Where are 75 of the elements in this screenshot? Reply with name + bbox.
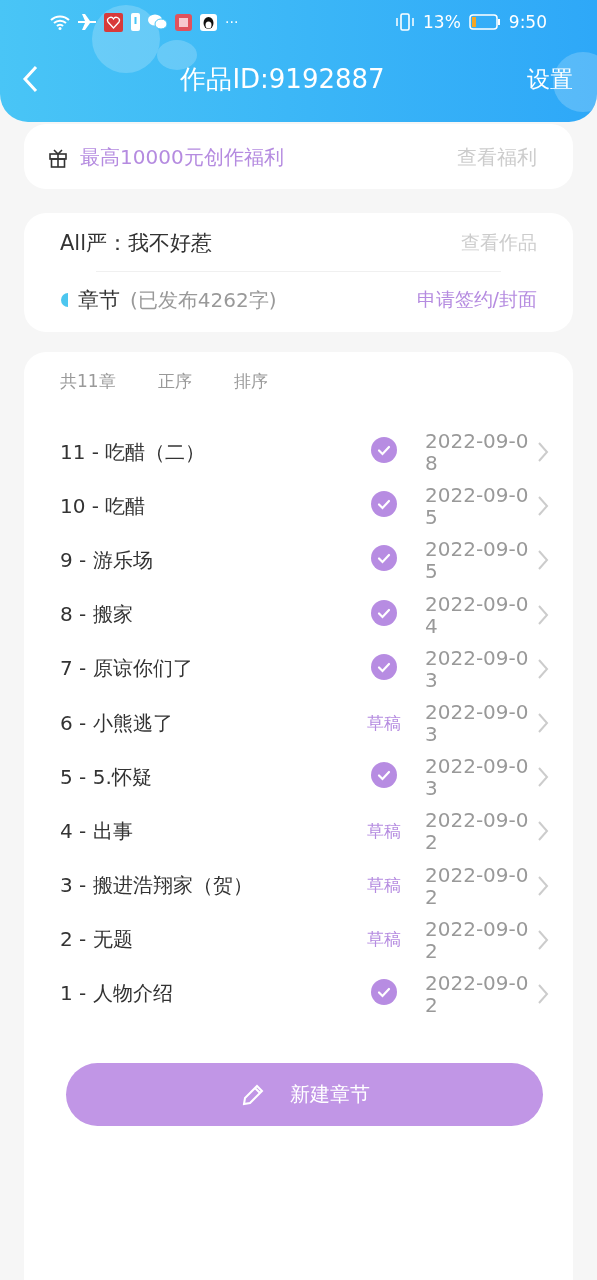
page-title: 作品ID:9192887 xyxy=(179,62,386,96)
chapter-date: 2022-09-03 xyxy=(425,701,530,746)
chapter-title: 4 - 出事 xyxy=(60,817,134,845)
chapter-title: 7 - 原谅你们了 xyxy=(60,655,194,683)
chapter-date: 2022-09-02 xyxy=(425,917,530,962)
gift-icon xyxy=(48,147,68,168)
chat-icon xyxy=(148,14,167,30)
chevron-right-icon xyxy=(537,712,549,735)
chapter-title: 2 - 无题 xyxy=(60,926,134,954)
draft-label: 草稿 xyxy=(367,819,401,843)
word-count: (已发布4262字) xyxy=(130,286,277,314)
chapter-title: 8 - 搬家 xyxy=(60,601,134,629)
chevron-right-icon xyxy=(537,441,549,464)
chevron-right-icon xyxy=(537,495,549,518)
chapter-row[interactable]: 6 - 小熊逃了 草稿 2022-09-03 xyxy=(60,695,549,751)
work-name: All严：我不好惹 xyxy=(60,230,213,257)
chapter-date: 2022-09-08 xyxy=(425,430,530,475)
chapter-title: 6 - 小熊逃了 xyxy=(60,709,174,737)
check-icon xyxy=(371,437,397,464)
chapter-date: 2022-09-04 xyxy=(425,592,530,637)
chapter-title: 5 - 5.怀疑 xyxy=(60,763,153,791)
more-notifications: ··· xyxy=(225,14,239,30)
app-icon xyxy=(104,12,123,32)
vibrate-icon xyxy=(395,13,415,31)
chapter-title: 11 - 吃醋（二） xyxy=(60,438,207,466)
chevron-right-icon xyxy=(537,874,549,897)
chevron-right-icon xyxy=(537,549,549,572)
wifi-icon xyxy=(50,14,70,30)
section-label: 章节 xyxy=(78,287,120,314)
chapter-row[interactable]: 7 - 原谅你们了 2022-09-03 xyxy=(60,641,549,696)
battery-percent: 13% xyxy=(423,12,461,32)
chapter-row[interactable]: 1 - 人物介绍 2022-09-02 xyxy=(60,966,549,1022)
chapter-row[interactable]: 9 - 游乐场 2022-09-05 xyxy=(60,533,549,588)
alert-icon xyxy=(131,13,140,31)
chapter-row[interactable]: 3 - 搬进浩翔家（贺） 草稿 2022-09-02 xyxy=(60,858,549,913)
airplane-icon xyxy=(78,14,96,30)
check-icon xyxy=(371,762,397,789)
check-icon xyxy=(371,653,397,680)
check-icon xyxy=(371,545,397,572)
check-icon xyxy=(371,599,397,626)
chevron-right-icon xyxy=(537,820,549,843)
chapter-date: 2022-09-05 xyxy=(425,484,530,529)
check-icon xyxy=(371,491,397,518)
back-icon[interactable] xyxy=(22,65,38,93)
chapter-date: 2022-09-05 xyxy=(425,538,530,583)
chapter-date: 2022-09-02 xyxy=(425,863,530,908)
chapter-date: 2022-09-03 xyxy=(425,646,530,691)
clock: 9:50 xyxy=(508,12,547,32)
chapter-date: 2022-09-02 xyxy=(425,809,530,854)
draft-label: 草稿 xyxy=(367,928,401,952)
chapter-row[interactable]: 10 - 吃醋 2022-09-05 xyxy=(60,479,549,534)
chapter-title: 1 - 人物介绍 xyxy=(60,980,174,1008)
chevron-right-icon xyxy=(537,603,549,626)
chevron-right-icon xyxy=(537,766,549,789)
chevron-right-icon xyxy=(537,928,549,951)
chapter-title: 3 - 搬进浩翔家（贺） xyxy=(60,872,254,900)
chapter-date: 2022-09-03 xyxy=(425,755,530,800)
book-icon xyxy=(175,13,192,31)
penguin-icon xyxy=(200,13,217,31)
chapter-title: 10 - 吃醋 xyxy=(60,492,147,520)
draft-label: 草稿 xyxy=(367,874,401,898)
check-icon xyxy=(371,978,397,1005)
chapter-row[interactable]: 5 - 5.怀疑 2022-09-03 xyxy=(60,750,549,805)
chapter-row[interactable]: 4 - 出事 草稿 2022-09-02 xyxy=(60,804,549,859)
chapter-row[interactable]: 8 - 搬家 2022-09-04 xyxy=(60,587,549,642)
chapter-row[interactable]: 2 - 无题 草稿 2022-09-02 xyxy=(60,912,549,967)
promo-text: 最高10000元创作福利 xyxy=(80,144,284,171)
draft-label: 草稿 xyxy=(367,711,401,735)
chevron-right-icon xyxy=(537,657,549,680)
battery-icon xyxy=(468,14,501,30)
chapter-title: 9 - 游乐场 xyxy=(60,546,154,574)
chapter-row[interactable]: 11 - 吃醋（二） 2022-09-08 xyxy=(60,425,549,480)
chapter-date: 2022-09-02 xyxy=(425,971,530,1016)
chapter-count: 共11章 xyxy=(60,370,116,393)
chevron-right-icon xyxy=(537,982,549,1005)
